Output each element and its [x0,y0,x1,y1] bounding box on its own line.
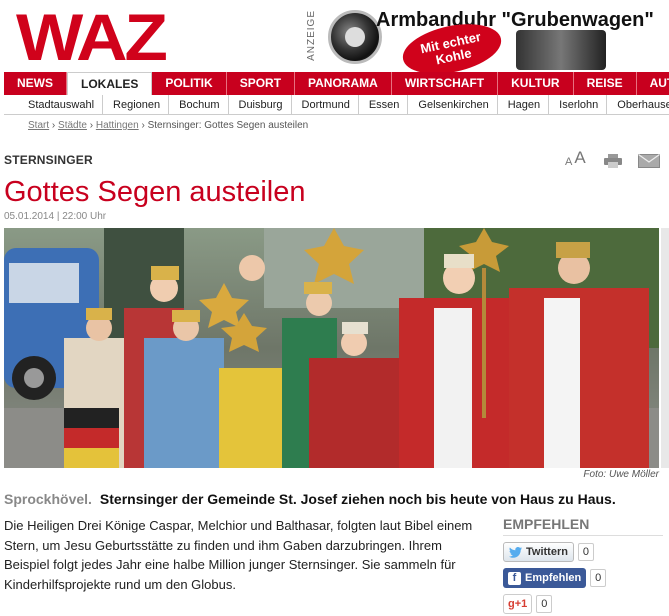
article-photo[interactable] [4,228,659,468]
breadcrumb-separator: › [141,120,145,131]
nav-item-news[interactable]: NEWS [4,72,67,95]
nav-item-politik[interactable]: POLITIK [152,72,227,95]
mine-cart-image [516,30,606,70]
nav-item-panorama[interactable]: PANORAMA [295,72,392,95]
twitter-label: Twittern [526,546,568,558]
article-lead: Sprockhövel. Sternsinger der Gemeinde St.… [4,491,616,507]
breadcrumb-start[interactable]: Start [28,120,49,131]
ad-title: Armbanduhr "Grubenwagen" [376,9,654,31]
watch-image [328,10,382,64]
font-decrease-button[interactable]: A [565,156,572,168]
sub-nav: Stadtauswahl Regionen Bochum Duisburg Do… [4,95,669,115]
photo-credit: Foto: Uwe Möller [583,469,659,480]
twitter-count: 0 [577,543,594,561]
facebook-label: Empfehlen [525,572,582,584]
subnav-item-essen[interactable]: Essen [359,95,409,114]
article-lead-text: Sternsinger der Gemeinde St. Josef ziehe… [99,491,616,507]
nav-item-kultur[interactable]: KULTUR [498,72,574,95]
nav-item-auto[interactable]: AUTO [637,72,669,95]
share-title: EMPFEHLEN [503,516,663,536]
nav-item-wirtschaft[interactable]: WIRTSCHAFT [392,72,499,95]
article-kicker: STERNSINGER [4,153,93,167]
twitter-bird-icon [509,546,522,558]
facebook-row: f Empfehlen 0 [503,568,663,588]
font-increase-button[interactable]: A [574,148,585,168]
article-title: Gottes Segen austeilen [4,176,306,208]
breadcrumb: Start › Städte › Hattingen › Sternsinger… [28,120,308,131]
breadcrumb-city[interactable]: Hattingen [96,120,139,131]
subnav-item-oberhausen[interactable]: Oberhausen [607,95,669,114]
photo-scrollbar[interactable] [661,228,669,468]
subnav-item-stadtauswahl[interactable]: Stadtauswahl [4,95,104,114]
mail-icon[interactable] [637,154,660,168]
share-box: EMPFEHLEN Twittern 0 f Empfehlen 0 g+1 0 [503,516,663,616]
subnav-item-regionen[interactable]: Regionen [103,95,170,114]
print-icon[interactable] [603,154,622,168]
ad-label: ANZEIGE [306,10,317,61]
facebook-button[interactable]: f Empfehlen [503,568,587,588]
nav-item-sport[interactable]: SPORT [227,72,296,95]
twitter-button[interactable]: Twittern [503,542,574,562]
gplus-row: g+1 0 [503,594,663,614]
subnav-item-duisburg[interactable]: Duisburg [229,95,292,114]
breadcrumb-cities[interactable]: Städte [58,120,87,131]
article-tools: A A [565,148,660,168]
facebook-icon: f [508,571,521,585]
nav-item-lokales[interactable]: LOKALES [67,72,153,95]
breadcrumb-current: Sternsinger: Gottes Segen austeilen [147,120,309,131]
subnav-item-hagen[interactable]: Hagen [498,95,550,114]
article-dateline: 05.01.2014 | 22:00 Uhr [4,211,107,222]
subnav-item-bochum[interactable]: Bochum [169,95,229,114]
subnav-item-iserlohn[interactable]: Iserlohn [549,95,608,114]
main-nav: NEWS LOKALES POLITIK SPORT PANORAMA WIRT… [4,72,669,95]
breadcrumb-separator: › [89,120,94,131]
article-photo-illustration [4,228,659,468]
gplus-button[interactable]: g+1 [503,594,533,614]
article-place: Sprockhövel. [4,491,92,507]
facebook-count: 0 [590,569,607,587]
waz-logo[interactable]: WAZ [16,4,168,70]
breadcrumb-separator: › [51,120,56,131]
advertisement-banner[interactable]: ANZEIGE Armbanduhr "Grubenwagen" Mit ech… [306,4,654,82]
gplus-count: 0 [536,595,553,613]
subnav-item-dortmund[interactable]: Dortmund [292,95,359,114]
nav-item-reise[interactable]: REISE [574,72,637,95]
article-body: Die Heiligen Drei Könige Caspar, Melchio… [4,518,473,592]
twitter-row: Twittern 0 [503,542,663,562]
subnav-item-gelsenkirchen[interactable]: Gelsenkirchen [408,95,498,114]
